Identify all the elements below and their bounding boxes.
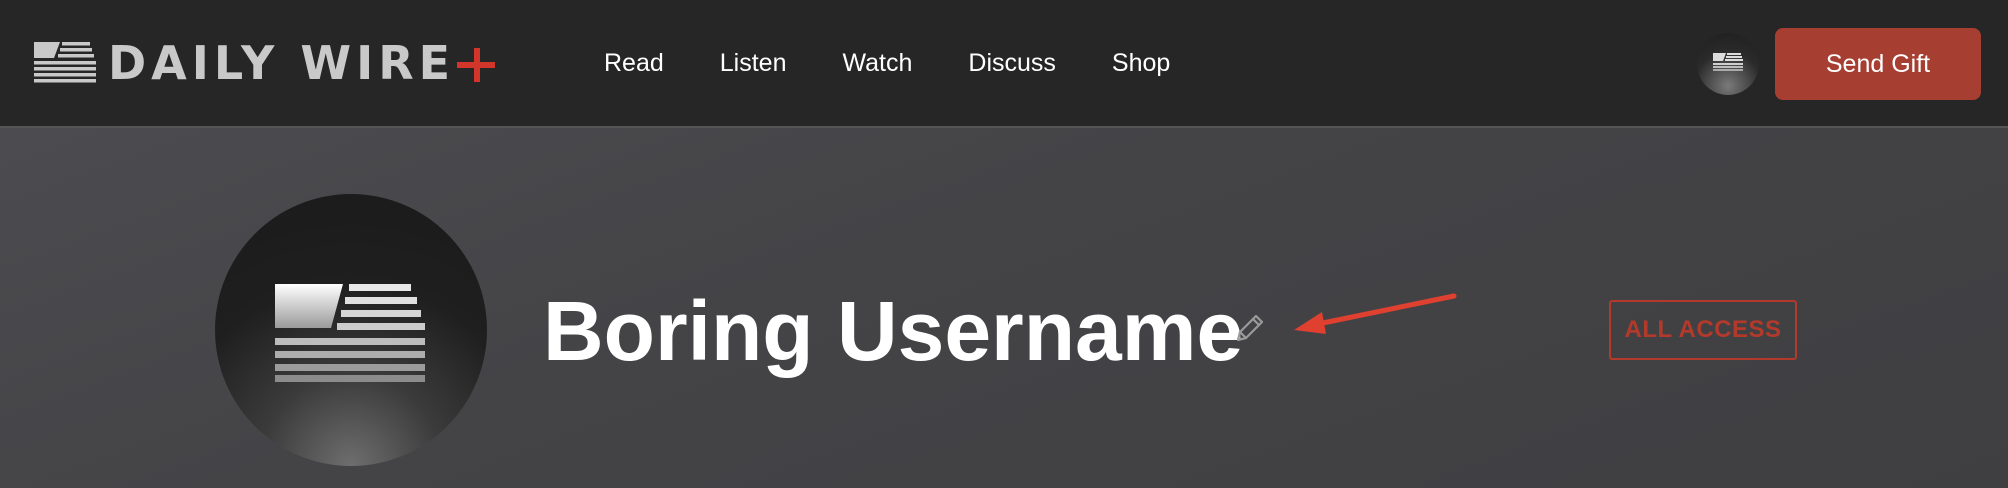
daily-wire-flag-icon xyxy=(1713,53,1743,71)
red-arrow-annotation xyxy=(1294,293,1457,334)
nav-item-listen[interactable]: Listen xyxy=(720,46,787,80)
logo-flag-icon xyxy=(34,42,96,83)
top-navigation-bar: DAILY WIRE Read Listen Watch Discuss Sho… xyxy=(0,0,2008,128)
profile-username: Boring Username xyxy=(543,284,1244,378)
send-gift-button[interactable]: Send Gift xyxy=(1775,28,1981,100)
daily-wire-plus-logo[interactable]: DAILY WIRE xyxy=(34,36,496,90)
pencil-icon[interactable] xyxy=(1232,310,1268,346)
logo-plus-icon xyxy=(457,44,496,82)
logo-wordmark: DAILY WIRE xyxy=(108,36,456,90)
membership-badge: ALL ACCESS xyxy=(1609,300,1797,360)
profile-header: Boring Username ALL ACCESS xyxy=(0,128,2008,488)
nav-item-watch[interactable]: Watch xyxy=(842,46,912,80)
main-nav: Read Listen Watch Discuss Shop xyxy=(604,46,1226,80)
account-avatar-button[interactable] xyxy=(1697,33,1759,95)
nav-item-shop[interactable]: Shop xyxy=(1112,46,1170,80)
nav-item-read[interactable]: Read xyxy=(604,46,664,80)
profile-avatar xyxy=(215,194,487,466)
daily-wire-flag-icon xyxy=(275,284,425,382)
nav-item-discuss[interactable]: Discuss xyxy=(968,46,1056,80)
